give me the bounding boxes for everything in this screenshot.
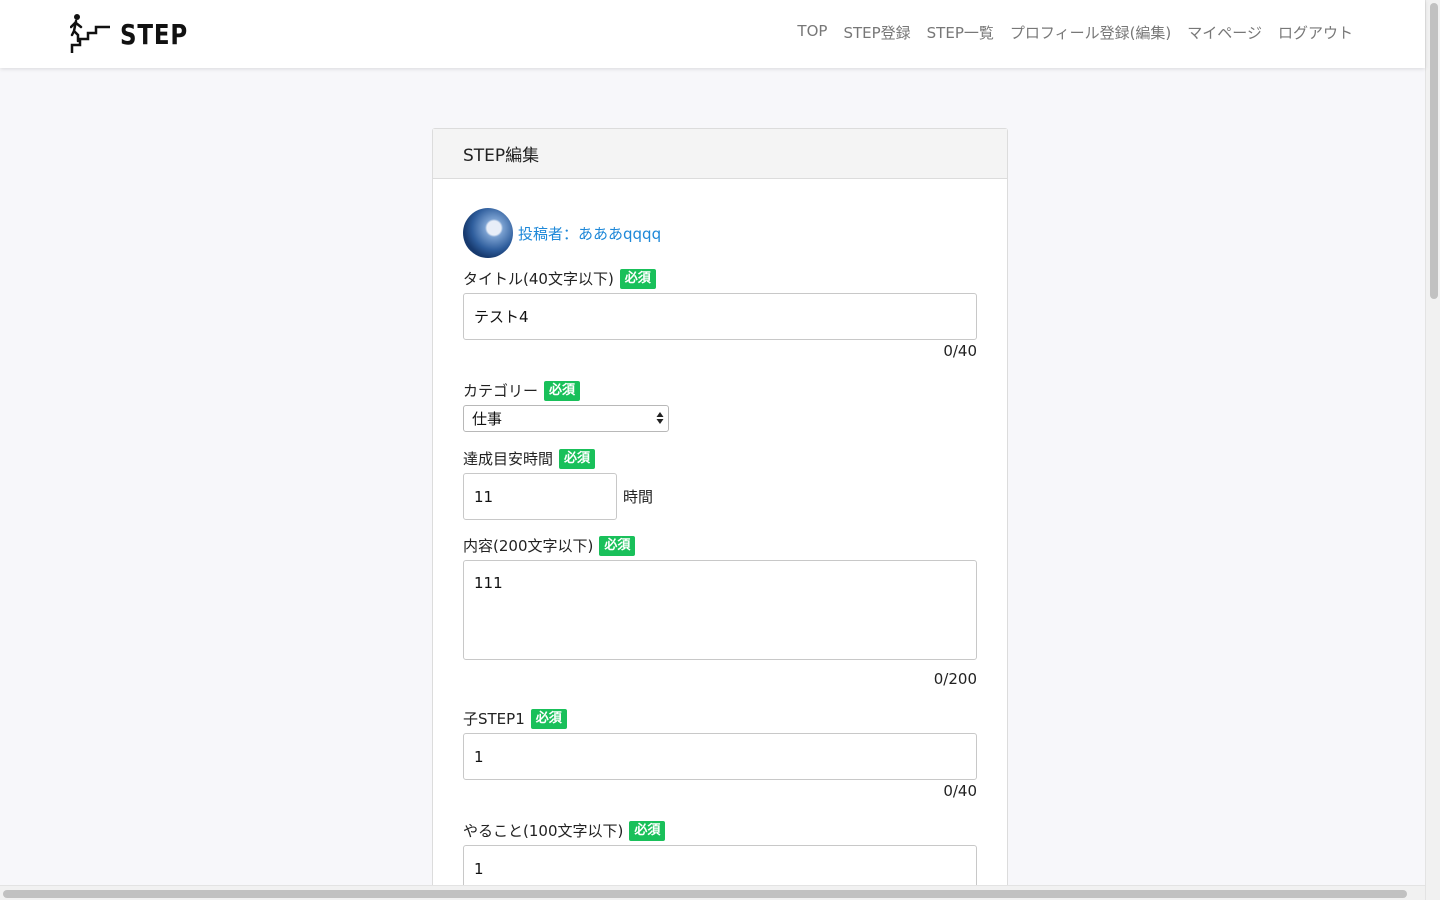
required-badge: 必須 [629, 820, 666, 841]
logo[interactable]: STEP [70, 13, 203, 55]
content-textarea[interactable]: 111 [463, 560, 977, 660]
category-label-text: カテゴリー [463, 382, 539, 400]
hours-label-text: 達成目安時間 [463, 450, 554, 468]
nav-mypage[interactable]: マイページ [1187, 22, 1262, 43]
horizontal-scrollbar-thumb[interactable] [3, 890, 1407, 898]
child-step-label-text: 子STEP1 [463, 710, 525, 728]
required-badge: 必須 [599, 535, 636, 556]
content-label: 内容(200文字以下) 必須 [463, 535, 636, 556]
title-input[interactable] [463, 293, 977, 340]
child-step-input[interactable] [463, 733, 977, 780]
logo-text: STEP [120, 17, 188, 51]
category-label: カテゴリー 必須 [463, 380, 581, 401]
title-counter: 0/40 [943, 342, 977, 360]
child-step-counter: 0/40 [943, 782, 977, 800]
hours-unit: 時間 [623, 488, 654, 506]
category-select[interactable]: 仕事 [463, 405, 669, 432]
main-nav: TOP STEP登録 STEP一覧 プロフィール登録(編集) マイページ ログア… [797, 22, 1353, 43]
site-header: STEP TOP STEP登録 STEP一覧 プロフィール登録(編集) マイペー… [0, 0, 1425, 68]
hours-label: 達成目安時間 必須 [463, 448, 596, 469]
title-label-text: タイトル(40文字以下) [463, 270, 614, 288]
nav-logout[interactable]: ログアウト [1278, 22, 1353, 43]
author-avatar [463, 208, 513, 258]
todo-label: やること(100文字以下) 必須 [463, 820, 666, 841]
vertical-scrollbar[interactable] [1425, 0, 1440, 900]
nav-top[interactable]: TOP [797, 22, 827, 43]
todo-label-text: やること(100文字以下) [463, 822, 624, 840]
stairs-walker-icon [70, 14, 110, 53]
horizontal-scrollbar[interactable] [0, 885, 1425, 900]
content-counter: 0/200 [933, 670, 977, 688]
author-link[interactable]: 投稿者：あああqqqq [518, 223, 661, 244]
nav-step-register[interactable]: STEP登録 [843, 22, 910, 43]
nav-step-list[interactable]: STEP一覧 [927, 22, 994, 43]
content-label-text: 内容(200文字以下) [463, 537, 594, 555]
required-badge: 必須 [544, 380, 581, 401]
required-badge: 必須 [559, 448, 596, 469]
select-arrows-icon [656, 412, 664, 424]
required-badge: 必須 [530, 708, 567, 729]
category-selected-value: 仕事 [472, 410, 503, 428]
hours-input[interactable] [463, 473, 617, 520]
card-title: STEP編集 [433, 129, 1007, 179]
title-label: タイトル(40文字以下) 必須 [463, 268, 656, 289]
step-edit-card: STEP編集 投稿者：あああqqqq タイトル(40文字以下) 必須 0/40 … [432, 128, 1008, 900]
nav-profile-edit[interactable]: プロフィール登録(編集) [1010, 22, 1171, 43]
child-step-label: 子STEP1 必須 [463, 708, 567, 729]
vertical-scrollbar-thumb[interactable] [1430, 3, 1438, 299]
required-badge: 必須 [619, 268, 656, 289]
